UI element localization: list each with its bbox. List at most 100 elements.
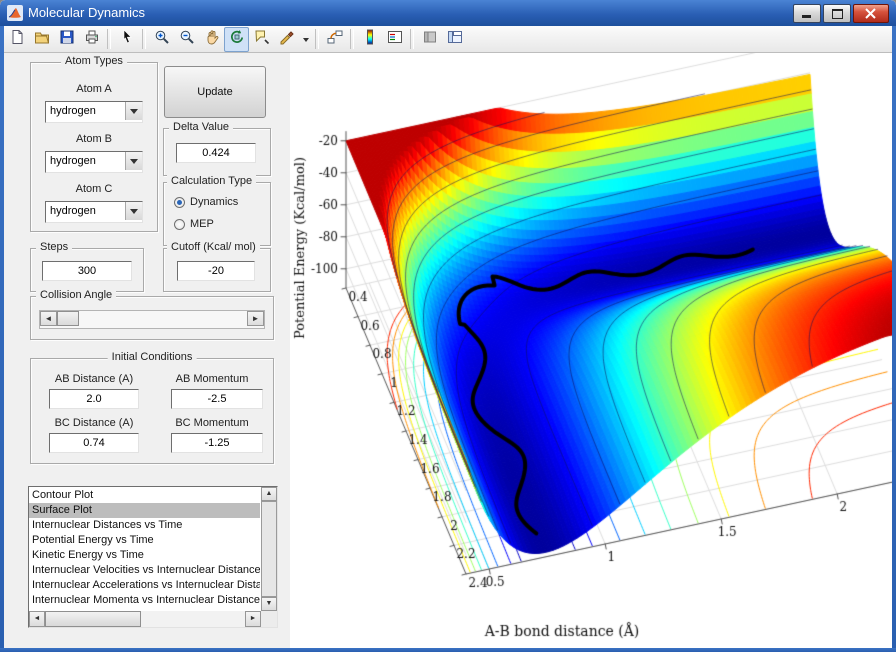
horizontal-scroll-thumb[interactable]: [45, 611, 141, 627]
save-figure-button[interactable]: [54, 27, 79, 52]
insert-colorbar-button[interactable]: [357, 27, 382, 52]
slider-left-arrow[interactable]: ◄: [40, 311, 57, 326]
panel-title: Delta Value: [169, 121, 234, 133]
ab-distance-label: AB Distance (A): [54, 373, 134, 385]
open-file-button[interactable]: [29, 27, 54, 52]
print-figure-icon: [84, 29, 100, 50]
panel-title: Cutoff (Kcal/ mol): [167, 241, 260, 253]
window-title: Molecular Dynamics: [28, 5, 146, 20]
brush-data-button[interactable]: [274, 27, 299, 52]
collision-angle-slider[interactable]: ◄ ►: [39, 310, 265, 329]
list-item[interactable]: Contour Plot: [29, 488, 260, 503]
scroll-right-arrow[interactable]: ►: [245, 611, 261, 627]
toolbar-separator: [315, 29, 319, 49]
titlebar[interactable]: Molecular Dynamics: [0, 0, 896, 26]
scrollbar-corner: [261, 611, 277, 627]
insert-legend-button[interactable]: [382, 27, 407, 52]
data-cursor-button[interactable]: [249, 27, 274, 52]
panel-title: Steps: [36, 241, 73, 253]
delta-value-panel: Delta Value: [163, 121, 271, 176]
update-button[interactable]: Update: [164, 66, 266, 118]
maximize-button[interactable]: [823, 4, 851, 23]
rotate-3d-button[interactable]: [224, 26, 249, 52]
radio-icon: [174, 218, 185, 230]
ab-momentum-field[interactable]: [171, 389, 263, 409]
brush-data-icon: [279, 29, 295, 50]
list-item[interactable]: Internuclear Momenta vs Internuclear Dis…: [29, 593, 260, 608]
close-button[interactable]: [853, 4, 889, 23]
scroll-down-arrow[interactable]: ▼: [261, 597, 277, 611]
list-item[interactable]: Kinetic Energy vs Time: [29, 548, 260, 563]
slider-right-arrow[interactable]: ►: [247, 311, 264, 326]
data-cursor-icon: [254, 29, 270, 50]
steps-panel: Steps: [30, 241, 144, 292]
toolbar-separator: [410, 29, 414, 49]
atom-b-label: Atom B: [75, 133, 113, 145]
print-figure-button[interactable]: [79, 27, 104, 52]
panel-title: Initial Conditions: [107, 351, 197, 363]
bc-distance-label: BC Distance (A): [54, 417, 134, 429]
show-plot-tools-icon: [447, 29, 463, 50]
chevron-down-icon[interactable]: [125, 202, 142, 220]
steps-field[interactable]: [42, 261, 132, 281]
radio-icon: [174, 196, 185, 208]
horizontal-scrollbar[interactable]: ◄ ►: [29, 611, 261, 627]
brush-dropdown-button[interactable]: [299, 27, 312, 52]
atom-c-label: Atom C: [75, 183, 113, 195]
rotate-3d-icon: [229, 29, 245, 50]
radio-dynamics[interactable]: Dynamics: [174, 195, 238, 209]
vertical-scroll-thumb[interactable]: [261, 501, 277, 597]
zoom-in-icon: [154, 29, 170, 50]
radio-label: MEP: [190, 218, 214, 230]
open-file-icon: [34, 29, 50, 50]
chevron-down-icon[interactable]: [125, 102, 142, 120]
minimize-icon: [802, 15, 811, 18]
bc-momentum-label: BC Momentum: [175, 417, 249, 429]
calculation-type-panel: Calculation Type Dynamics MEP: [163, 175, 271, 246]
pan-hand-button[interactable]: [199, 27, 224, 52]
save-figure-icon: [59, 29, 75, 50]
collision-angle-panel: Collision Angle ◄ ►: [30, 289, 274, 340]
hide-plot-tools-button[interactable]: [417, 27, 442, 52]
zoom-out-button[interactable]: [174, 27, 199, 52]
list-item[interactable]: Internuclear Accelerations vs Internucle…: [29, 578, 260, 593]
minimize-button[interactable]: [793, 4, 821, 23]
show-plot-tools-button[interactable]: [442, 27, 467, 52]
chevron-down-icon[interactable]: [125, 152, 142, 170]
ab-distance-field[interactable]: [49, 389, 139, 409]
cutoff-field[interactable]: [177, 261, 255, 281]
atom-a-value: hydrogen: [50, 105, 96, 117]
new-figure-button[interactable]: [4, 27, 29, 52]
plot-3d-surface[interactable]: [290, 53, 892, 648]
plot-type-listbox[interactable]: Contour Plot Surface Plot Internuclear Dis…: [28, 486, 278, 628]
bc-distance-field[interactable]: [49, 433, 139, 453]
list-item[interactable]: Surface Plot: [29, 503, 260, 518]
toolbar: [0, 26, 896, 53]
ab-momentum-label: AB Momentum: [175, 373, 249, 385]
maximize-icon: [832, 9, 843, 19]
vertical-scrollbar[interactable]: ▲ ▼: [261, 487, 277, 611]
link-plots-button[interactable]: [322, 27, 347, 52]
panel-title: Calculation Type: [167, 175, 257, 187]
atom-c-select[interactable]: hydrogen: [45, 201, 143, 223]
list-item[interactable]: Potential Energy vs Time: [29, 533, 260, 548]
slider-thumb[interactable]: [57, 311, 79, 326]
bc-momentum-field[interactable]: [171, 433, 263, 453]
radio-mep[interactable]: MEP: [174, 217, 214, 231]
list-item[interactable]: Internuclear Distances vs Time: [29, 518, 260, 533]
scroll-up-arrow[interactable]: ▲: [261, 487, 277, 501]
new-figure-icon: [9, 29, 25, 50]
hide-plot-tools-icon: [422, 29, 438, 50]
atom-a-select[interactable]: hydrogen: [45, 101, 143, 123]
list-item[interactable]: Internuclear Velocities vs Internuclear …: [29, 563, 260, 578]
toolbar-separator: [107, 29, 111, 49]
scroll-left-arrow[interactable]: ◄: [29, 611, 45, 627]
link-plots-icon: [327, 29, 343, 50]
window-border: [892, 26, 896, 652]
atom-c-value: hydrogen: [50, 205, 96, 217]
pan-hand-icon: [204, 29, 220, 50]
atom-b-select[interactable]: hydrogen: [45, 151, 143, 173]
zoom-in-button[interactable]: [149, 27, 174, 52]
edit-plot-pointer-button[interactable]: [114, 27, 139, 52]
delta-value-field[interactable]: [176, 143, 256, 163]
